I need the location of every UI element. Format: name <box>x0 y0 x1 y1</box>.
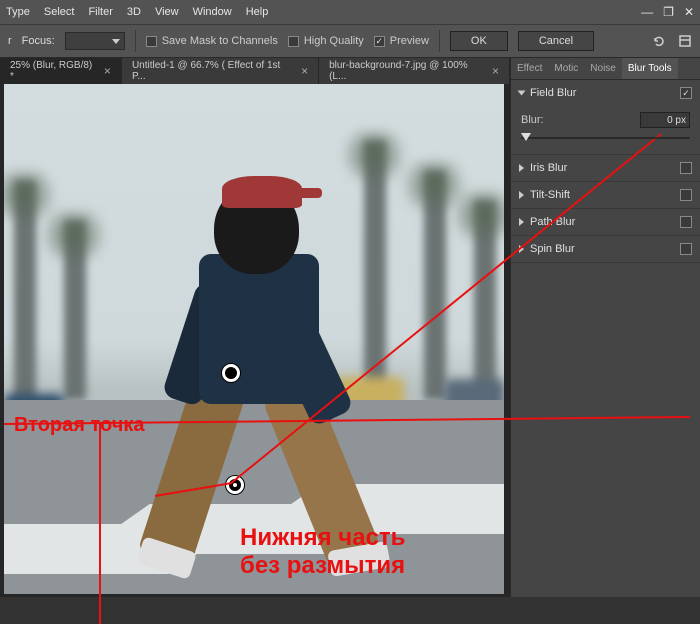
section-toggle[interactable] <box>680 243 692 255</box>
tab-blur-tools[interactable]: Blur Tools <box>622 58 678 79</box>
close-icon[interactable]: × <box>492 64 499 78</box>
minimize-icon[interactable]: — <box>641 5 653 19</box>
tab-label: blur-background-7.jpg @ 100% (L... <box>329 60 486 82</box>
menu-item[interactable]: Window <box>193 6 232 18</box>
panel-tabs: Effect Motic Noise Blur Tools <box>511 58 700 80</box>
section-field-blur: Field Blur Blur: <box>511 80 700 155</box>
document-area: 25% (Blur, RGB/8) * × Untitled-1 @ 66.7%… <box>0 58 510 597</box>
annotation-text: Вторая точка <box>14 414 145 437</box>
blur-slider[interactable] <box>521 132 690 144</box>
section-header[interactable]: Iris Blur <box>511 155 700 181</box>
reset-icon[interactable] <box>652 34 666 48</box>
section-header[interactable]: Path Blur <box>511 209 700 235</box>
tab-label: Untitled-1 @ 66.7% ( Effect of 1st P... <box>132 60 295 82</box>
checkbox-icon <box>288 36 299 47</box>
checkbox-icon <box>146 36 157 47</box>
slider-thumb-icon[interactable] <box>521 133 531 141</box>
focus-dropdown[interactable] <box>65 32 125 50</box>
section-header[interactable]: Spin Blur <box>511 236 700 262</box>
section-header[interactable]: Field Blur <box>511 80 700 106</box>
checkbox-icon: ✓ <box>374 36 385 47</box>
feather-label: r <box>8 35 12 47</box>
expand-icon <box>518 91 526 96</box>
window-controls: — ❐ ✕ <box>641 5 694 19</box>
save-mask-label: Save Mask to Channels <box>162 35 278 47</box>
tab-label: 25% (Blur, RGB/8) * <box>10 60 98 82</box>
blur-slider-label: Blur: <box>521 114 544 126</box>
chevron-down-icon <box>112 39 120 44</box>
expand-icon <box>519 164 524 172</box>
menu-item[interactable]: Select <box>44 6 75 18</box>
preview-label: Preview <box>390 35 429 47</box>
menu-item[interactable]: Type <box>6 6 30 18</box>
person <box>144 174 404 564</box>
section-toggle[interactable] <box>680 216 692 228</box>
menu-item[interactable]: Filter <box>88 6 112 18</box>
annotation-text: без размытия <box>240 552 405 580</box>
section-label: Iris Blur <box>530 162 674 174</box>
blur-pin[interactable] <box>222 364 240 382</box>
annotation-text: Нижняя часть <box>240 524 405 552</box>
close-icon[interactable]: × <box>104 64 111 78</box>
section-toggle[interactable] <box>680 189 692 201</box>
expand-icon <box>519 218 524 226</box>
expand-icon <box>519 191 524 199</box>
high-quality-label: High Quality <box>304 35 364 47</box>
panel-options-icon[interactable] <box>678 34 692 48</box>
ok-button[interactable]: OK <box>450 31 508 51</box>
section-toggle[interactable] <box>680 87 692 99</box>
restore-icon[interactable]: ❐ <box>663 5 674 19</box>
save-mask-checkbox[interactable]: Save Mask to Channels <box>146 35 278 47</box>
cancel-button[interactable]: Cancel <box>518 31 594 51</box>
menu-item[interactable]: 3D <box>127 6 141 18</box>
menu-item[interactable]: Help <box>246 6 269 18</box>
section-label: Spin Blur <box>530 243 674 255</box>
canvas[interactable] <box>4 84 504 594</box>
section-header[interactable]: Tilt-Shift <box>511 182 700 208</box>
tab-motion[interactable]: Motic <box>548 58 584 79</box>
section-spin-blur: Spin Blur <box>511 236 700 263</box>
menu-item[interactable]: View <box>155 6 179 18</box>
document-tab[interactable]: Untitled-1 @ 66.7% ( Effect of 1st P... … <box>122 58 319 84</box>
blur-pin-active[interactable] <box>226 476 244 494</box>
section-label: Field Blur <box>530 87 674 99</box>
blur-value-input[interactable] <box>640 112 690 128</box>
expand-icon <box>519 245 524 253</box>
close-icon[interactable]: × <box>301 64 308 78</box>
close-icon[interactable]: ✕ <box>684 5 694 19</box>
blur-tools-panel: Effect Motic Noise Blur Tools Field Blur… <box>510 58 700 597</box>
tab-effect[interactable]: Effect <box>511 58 548 79</box>
section-tilt-shift: Tilt-Shift <box>511 182 700 209</box>
section-label: Path Blur <box>530 216 674 228</box>
section-path-blur: Path Blur <box>511 209 700 236</box>
section-label: Tilt-Shift <box>530 189 674 201</box>
menu-bar: Type Select Filter 3D View Window Help —… <box>0 0 700 24</box>
focus-label: Focus: <box>22 35 55 47</box>
tab-noise[interactable]: Noise <box>584 58 622 79</box>
preview-checkbox[interactable]: ✓ Preview <box>374 35 429 47</box>
options-bar: r Focus: Save Mask to Channels High Qual… <box>0 24 700 58</box>
document-tab[interactable]: blur-background-7.jpg @ 100% (L... × <box>319 58 510 84</box>
section-iris-blur: Iris Blur <box>511 155 700 182</box>
section-toggle[interactable] <box>680 162 692 174</box>
document-tab-strip: 25% (Blur, RGB/8) * × Untitled-1 @ 66.7%… <box>0 58 510 84</box>
high-quality-checkbox[interactable]: High Quality <box>288 35 364 47</box>
document-tab[interactable]: 25% (Blur, RGB/8) * × <box>0 58 122 84</box>
